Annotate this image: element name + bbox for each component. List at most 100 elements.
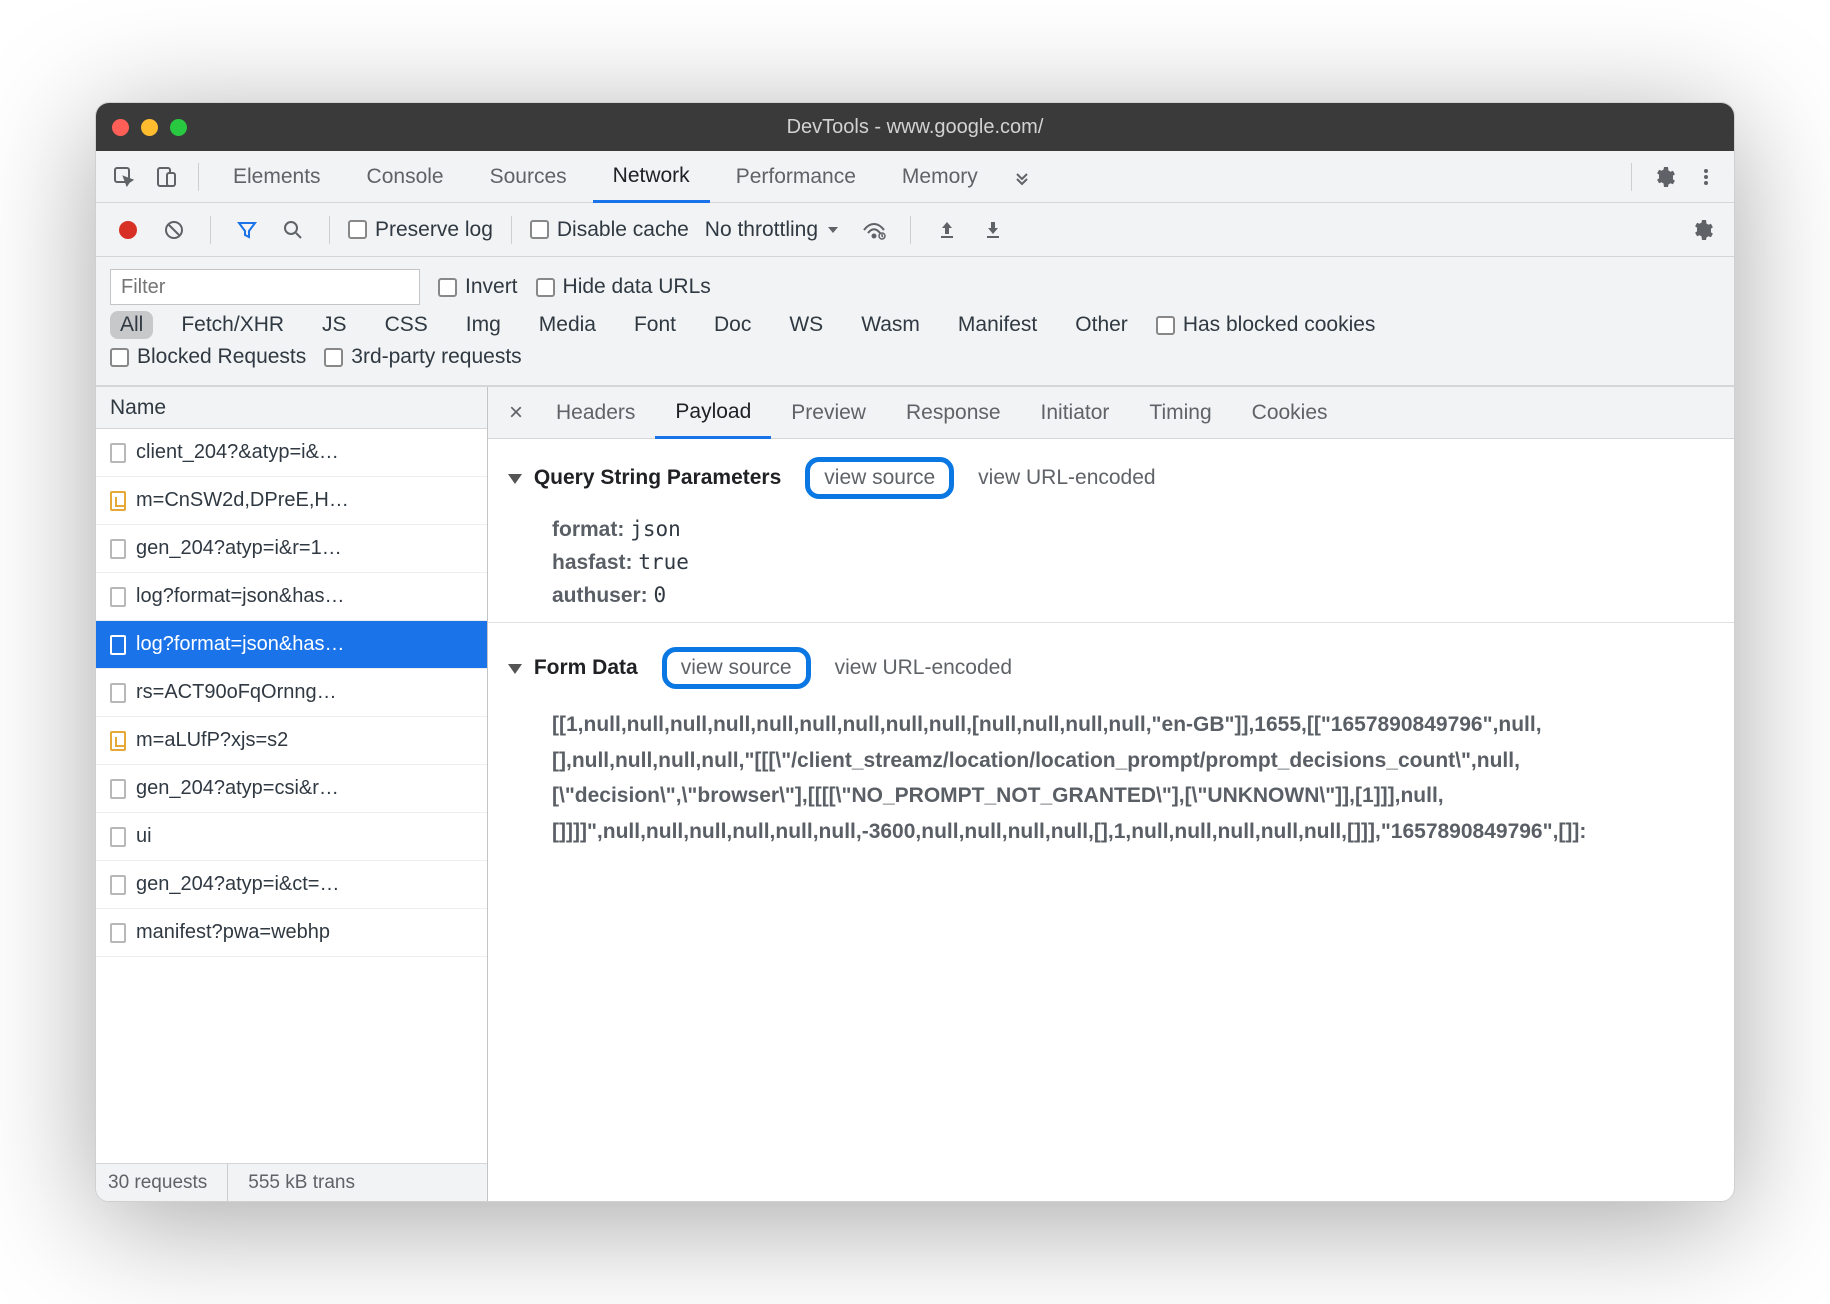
settings-gear-icon[interactable]: [1646, 159, 1682, 195]
clear-icon[interactable]: [156, 212, 192, 248]
divider: [227, 1164, 228, 1201]
devtools-window: DevTools - www.google.com/ ElementsConso…: [95, 102, 1735, 1202]
filter-type-ws[interactable]: WS: [779, 311, 833, 339]
network-settings-gear-icon[interactable]: [1684, 212, 1720, 248]
search-icon[interactable]: [275, 212, 311, 248]
filter-type-doc[interactable]: Doc: [704, 311, 761, 339]
filter-icon[interactable]: [229, 212, 265, 248]
detail-tab-timing[interactable]: Timing: [1129, 387, 1231, 438]
tab-memory[interactable]: Memory: [882, 151, 998, 202]
invert-label: Invert: [465, 275, 518, 299]
invert-checkbox[interactable]: Invert: [438, 275, 518, 299]
divider: [198, 163, 199, 191]
request-list-header: Name: [96, 387, 487, 429]
filter-type-font[interactable]: Font: [624, 311, 686, 339]
third-party-checkbox[interactable]: 3rd-party requests: [324, 345, 521, 369]
param-value: 0: [654, 583, 667, 607]
script-file-icon: [110, 491, 126, 511]
detail-tab-headers[interactable]: Headers: [536, 387, 655, 438]
record-button[interactable]: [110, 212, 146, 248]
kebab-menu-icon[interactable]: [1688, 159, 1724, 195]
request-row[interactable]: rs=ACT90oFqOrnng…: [96, 669, 487, 717]
query-params-section-header: Query String Parameters view source view…: [488, 443, 1734, 513]
document-file-icon: [110, 923, 126, 943]
query-view-encoded-link[interactable]: view URL-encoded: [978, 466, 1155, 490]
detail-tab-initiator[interactable]: Initiator: [1021, 387, 1130, 438]
document-file-icon: [110, 875, 126, 895]
blocked-requests-checkbox[interactable]: Blocked Requests: [110, 345, 306, 369]
tab-elements[interactable]: Elements: [213, 151, 341, 202]
detail-tab-preview[interactable]: Preview: [771, 387, 886, 438]
request-row[interactable]: client_204?&atyp=i&…: [96, 429, 487, 477]
request-label: gen_204?atyp=csi&r…: [136, 777, 339, 800]
filter-type-manifest[interactable]: Manifest: [948, 311, 1047, 339]
request-row[interactable]: m=CnSW2d,DPreE,H…: [96, 477, 487, 525]
request-label: gen_204?atyp=i&ct=…: [136, 873, 340, 896]
tab-sources[interactable]: Sources: [470, 151, 587, 202]
more-tabs-chevron-icon[interactable]: [1004, 159, 1040, 195]
hide-data-urls-label: Hide data URLs: [563, 275, 711, 299]
request-row[interactable]: log?format=json&has…: [96, 573, 487, 621]
has-blocked-cookies-checkbox[interactable]: Has blocked cookies: [1156, 313, 1376, 337]
request-row[interactable]: gen_204?atyp=i&r=1…: [96, 525, 487, 573]
query-param-row: hasfast: true: [488, 546, 1734, 579]
request-row[interactable]: ui: [96, 813, 487, 861]
network-toolbar: Preserve log Disable cache No throttling: [96, 203, 1734, 257]
request-footer: 30 requests 555 kB trans: [96, 1163, 487, 1201]
filter-type-wasm[interactable]: Wasm: [851, 311, 930, 339]
disclosure-triangle-icon[interactable]: [508, 474, 522, 484]
request-detail-panel: × HeadersPayloadPreviewResponseInitiator…: [488, 387, 1734, 1201]
detail-tab-cookies[interactable]: Cookies: [1232, 387, 1348, 438]
detail-tab-payload[interactable]: Payload: [655, 388, 771, 439]
network-conditions-icon[interactable]: [856, 212, 892, 248]
formdata-view-source-link[interactable]: view source: [662, 647, 811, 689]
request-row[interactable]: gen_204?atyp=i&ct=…: [96, 861, 487, 909]
request-row[interactable]: log?format=json&has…: [96, 621, 487, 669]
detail-tab-response[interactable]: Response: [886, 387, 1021, 438]
formdata-view-encoded-link[interactable]: view URL-encoded: [835, 656, 1012, 680]
inspect-icon[interactable]: [106, 159, 142, 195]
filter-type-media[interactable]: Media: [529, 311, 606, 339]
request-row[interactable]: m=aLUfP?xjs=s2: [96, 717, 487, 765]
request-label: m=aLUfP?xjs=s2: [136, 729, 288, 752]
filter-input[interactable]: [110, 269, 420, 305]
param-key: format:: [552, 518, 624, 541]
device-toggle-icon[interactable]: [148, 159, 184, 195]
tab-performance[interactable]: Performance: [716, 151, 876, 202]
divider: [910, 216, 911, 244]
disclosure-triangle-icon[interactable]: [508, 664, 522, 674]
request-row[interactable]: manifest?pwa=webhp: [96, 909, 487, 957]
download-har-icon[interactable]: [975, 212, 1011, 248]
divider: [210, 216, 211, 244]
request-row[interactable]: gen_204?atyp=csi&r…: [96, 765, 487, 813]
divider: [1631, 163, 1632, 191]
tab-console[interactable]: Console: [347, 151, 464, 202]
request-label: manifest?pwa=webhp: [136, 921, 330, 944]
request-count: 30 requests: [108, 1172, 207, 1194]
upload-har-icon[interactable]: [929, 212, 965, 248]
close-detail-icon[interactable]: ×: [496, 399, 536, 427]
document-file-icon: [110, 539, 126, 559]
hide-data-urls-checkbox[interactable]: Hide data URLs: [536, 275, 711, 299]
document-file-icon: [110, 683, 126, 703]
filter-type-css[interactable]: CSS: [375, 311, 438, 339]
filter-type-js[interactable]: JS: [312, 311, 357, 339]
filter-type-all[interactable]: All: [110, 311, 153, 339]
has-blocked-label: Has blocked cookies: [1183, 313, 1376, 337]
preserve-log-checkbox[interactable]: Preserve log: [348, 218, 493, 242]
request-label: log?format=json&has…: [136, 633, 344, 656]
filter-type-img[interactable]: Img: [456, 311, 511, 339]
form-data-section-header: Form Data view source view URL-encoded: [488, 633, 1734, 703]
tab-network[interactable]: Network: [593, 152, 710, 203]
filter-type-other[interactable]: Other: [1065, 311, 1138, 339]
throttling-value: No throttling: [705, 218, 818, 242]
third-party-label: 3rd-party requests: [351, 345, 521, 369]
request-label: client_204?&atyp=i&…: [136, 441, 339, 464]
filter-type-fetchxhr[interactable]: Fetch/XHR: [171, 311, 294, 339]
blocked-requests-label: Blocked Requests: [137, 345, 306, 369]
filter-bar: Invert Hide data URLs All Fetch/XHR JS CSS I…: [96, 257, 1734, 386]
form-data-title: Form Data: [534, 656, 638, 679]
query-view-source-link[interactable]: view source: [805, 457, 954, 499]
throttling-select[interactable]: No throttling: [699, 218, 846, 242]
disable-cache-checkbox[interactable]: Disable cache: [530, 218, 689, 242]
